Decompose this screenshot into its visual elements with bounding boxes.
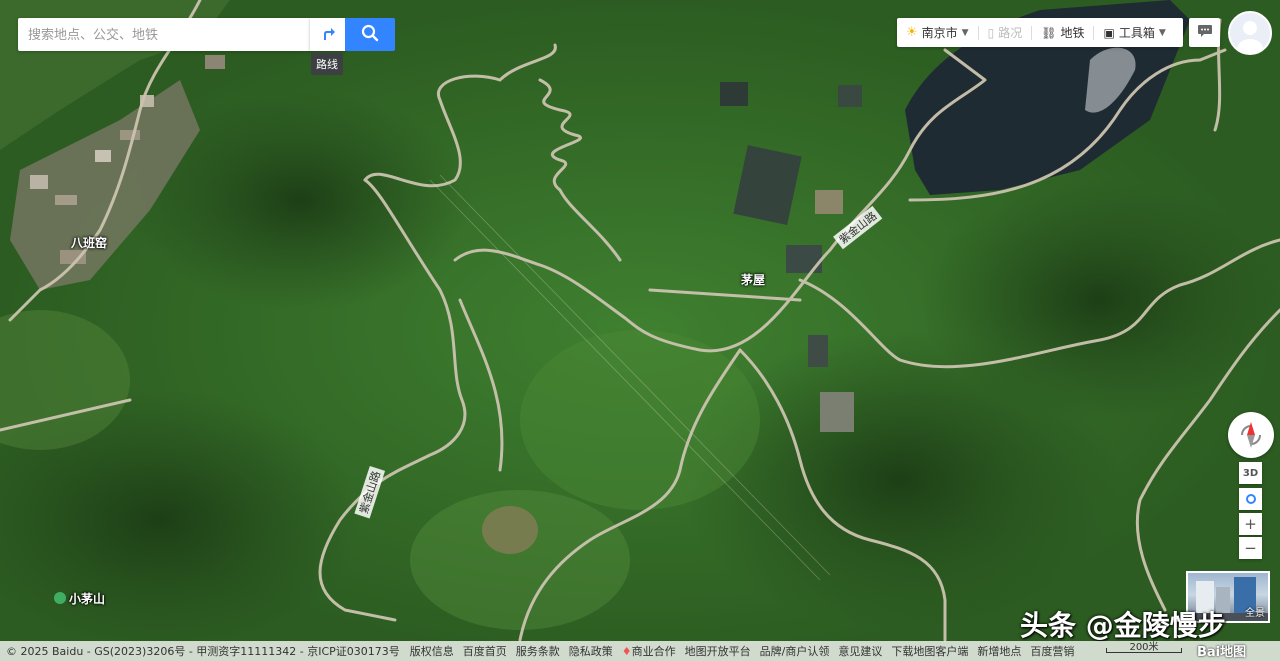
top-toolbar: ☀ 南京市 ▼ ▯ 路况 ⛓ 地铁 ▣ 工具箱 ▼ — [897, 18, 1183, 47]
avatar[interactable] — [1228, 11, 1272, 55]
scale-line — [1106, 648, 1182, 653]
xiaomaoshan-label: 小茅山 — [69, 592, 106, 606]
place-label-maowu[interactable]: 茅屋 — [741, 271, 765, 288]
message-button[interactable] — [1189, 18, 1220, 47]
subway-icon: ⛓ — [1041, 25, 1057, 40]
footer-bar: © 2025 Baidu - GS(2023)3206号 - 甲测资字11111… — [0, 641, 1280, 661]
chevron-down-icon: ▼ — [1158, 27, 1166, 38]
search-box — [18, 18, 310, 51]
business-label: 商业合作 — [631, 645, 676, 658]
place-label-babanyao[interactable]: 八班窑 — [71, 234, 107, 251]
briefcase-icon: ▣ — [1103, 25, 1115, 40]
footer-link-business[interactable]: ♦商业合作 — [622, 643, 676, 659]
route-button[interactable] — [310, 18, 345, 51]
route-tooltip: 路线 — [311, 53, 343, 75]
footer-link-add-place[interactable]: 新增地点 — [977, 643, 1021, 659]
chat-bubble-icon — [1197, 24, 1213, 41]
baidu-map-logo: Bai地图 — [1197, 645, 1247, 660]
route-icon — [320, 25, 336, 44]
footer-link-baidu-marketing[interactable]: 百度营销 — [1030, 643, 1074, 659]
locate-button[interactable] — [1239, 488, 1262, 510]
footer-link-terms[interactable]: 服务条款 — [516, 643, 560, 659]
compass-icon — [1241, 422, 1261, 448]
copyright-text: © 2025 Baidu - GS(2023)3206号 - 甲测资字11111… — [6, 645, 400, 658]
search-icon — [361, 24, 379, 45]
search-input[interactable] — [18, 18, 308, 49]
city-selector[interactable]: ☀ 南京市 ▼ — [897, 18, 978, 47]
scale-bar: 200米 — [1104, 638, 1184, 656]
footer-link-privacy[interactable]: 隐私政策 — [569, 643, 613, 659]
street-view-label: 全景 — [1245, 608, 1265, 619]
zoom-out-button[interactable]: − — [1239, 537, 1262, 559]
footer-link-download-client[interactable]: 下载地图客户端 — [891, 643, 968, 659]
footer-link-copyright-info[interactable]: 版权信息 — [410, 643, 454, 659]
satellite-map[interactable] — [0, 0, 1280, 661]
footer-link-baidu-home[interactable]: 百度首页 — [463, 643, 507, 659]
traffic-light-icon: ▯ — [987, 25, 995, 40]
footer-link-feedback[interactable]: 意见建议 — [838, 643, 882, 659]
subway-label: 地铁 — [1060, 26, 1085, 40]
city-label: 南京市 — [921, 26, 958, 40]
traffic-label: 路况 — [998, 26, 1023, 40]
place-label-xiaomaoshan[interactable]: 小茅山 — [54, 590, 105, 607]
toolbox-button[interactable]: ▣ 工具箱 ▼ — [1094, 18, 1174, 47]
sun-icon: ☀ — [906, 25, 918, 40]
3d-button[interactable]: 3D — [1239, 462, 1262, 484]
flame-icon: ♦ — [621, 645, 632, 658]
footer-link-merchant-claim[interactable]: 品牌/商户认领 — [760, 643, 830, 659]
zoom-in-button[interactable]: + — [1239, 513, 1262, 535]
mountain-icon — [54, 592, 66, 604]
locate-icon — [1245, 494, 1256, 504]
footer-link-open-platform[interactable]: 地图开放平台 — [685, 643, 751, 659]
chevron-down-icon: ▼ — [961, 27, 969, 38]
toolbox-label: 工具箱 — [1118, 26, 1155, 40]
traffic-button[interactable]: ▯ 路况 — [979, 18, 1032, 47]
compass-control[interactable] — [1228, 412, 1274, 458]
search-button[interactable] — [345, 18, 395, 51]
subway-button[interactable]: ⛓ 地铁 — [1032, 18, 1093, 47]
